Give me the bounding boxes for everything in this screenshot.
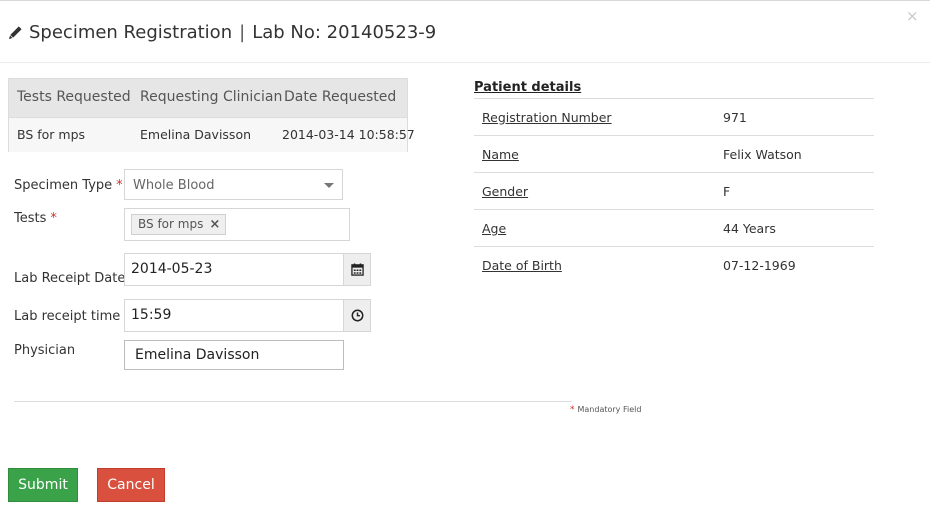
patient-details-rule	[474, 98, 874, 99]
lab-receipt-time-label-text: Lab receipt time	[14, 309, 121, 324]
registration-number-label[interactable]: Registration Number	[482, 110, 612, 125]
table-cell-clinician: Emelina Davisson	[140, 127, 252, 142]
table-cell-date: 2014-03-14 10:58:57	[282, 127, 415, 142]
column-header-requesting-clinician: Requesting Clinician	[140, 89, 283, 105]
calendar-icon	[350, 263, 364, 276]
required-mark: *	[116, 178, 123, 193]
cancel-button[interactable]: Cancel	[97, 468, 165, 502]
name-label[interactable]: Name	[482, 147, 519, 162]
physician-value: Emelina Davisson	[135, 347, 260, 363]
name-value: Felix Watson	[723, 147, 802, 162]
patient-details-rule	[474, 209, 874, 210]
dialog-title: Specimen Registration | Lab No: 20140523…	[8, 22, 436, 43]
test-tag-label: BS for mps	[138, 217, 204, 231]
tests-label-text: Tests	[14, 211, 47, 226]
lab-number: Lab No: 20140523-9	[252, 22, 437, 43]
close-icon[interactable]: ×	[906, 9, 919, 24]
lab-receipt-date-value: 2014-05-23	[131, 261, 213, 277]
table-header-row: Tests Requested Requesting Clinician Dat…	[9, 79, 407, 117]
registration-number-value: 971	[723, 110, 747, 125]
dialog-title-text: Specimen Registration	[29, 22, 233, 43]
specimen-type-select[interactable]: Whole Blood	[124, 169, 343, 200]
physician-input[interactable]: Emelina Davisson	[124, 340, 344, 370]
clock-button[interactable]	[343, 299, 371, 332]
lab-receipt-date-label: Lab Receipt Date*	[14, 271, 136, 286]
calendar-button[interactable]	[343, 253, 371, 286]
patient-details-title: Patient details	[474, 80, 582, 95]
tests-multiselect[interactable]: BS for mps ×	[124, 208, 350, 241]
caret-down-icon	[324, 183, 334, 188]
required-mark: *	[570, 405, 575, 415]
submit-button[interactable]: Submit	[8, 468, 78, 502]
patient-details-rule	[474, 172, 874, 173]
window-top-border	[0, 0, 930, 5]
lab-receipt-date-input[interactable]: 2014-05-23	[124, 253, 344, 286]
pencil-icon	[8, 26, 22, 40]
gender-value: F	[723, 184, 731, 199]
physician-label: Physician	[14, 343, 76, 358]
gender-label[interactable]: Gender	[482, 184, 528, 199]
column-header-tests-requested: Tests Requested	[17, 89, 131, 105]
header-divider	[0, 62, 930, 63]
test-tag: BS for mps ×	[131, 214, 227, 235]
requested-tests-table: Tests Requested Requesting Clinician Dat…	[8, 78, 415, 152]
date-of-birth-value: 07-12-1969	[723, 258, 796, 273]
lab-receipt-time-input[interactable]: 15:59	[124, 299, 344, 332]
age-label[interactable]: Age	[482, 221, 506, 236]
patient-details-rule	[474, 135, 874, 136]
tests-label: Tests *	[14, 211, 57, 226]
table-row: BS for mps Emelina Davisson 2014-03-14 1…	[9, 117, 415, 152]
clock-icon	[351, 309, 363, 322]
mandatory-note-text: Mandatory Field	[577, 405, 642, 414]
date-of-birth-label[interactable]: Date of Birth	[482, 258, 562, 273]
lab-receipt-time-value: 15:59	[131, 307, 172, 323]
title-separator: |	[239, 22, 246, 43]
lab-receipt-date-label-text: Lab Receipt Date	[14, 271, 126, 286]
form-divider	[14, 401, 572, 402]
specimen-type-label: Specimen Type *	[14, 178, 123, 193]
table-cell-test: BS for mps	[17, 127, 86, 142]
tag-remove-icon[interactable]: ×	[209, 215, 220, 234]
required-mark: *	[50, 211, 57, 226]
mandatory-note: * Mandatory Field	[570, 405, 641, 415]
lab-receipt-time-label: Lab receipt time*	[14, 309, 131, 324]
patient-details-rule	[474, 246, 874, 247]
specimen-type-value: Whole Blood	[133, 178, 215, 193]
specimen-type-label-text: Specimen Type	[14, 178, 113, 193]
age-value: 44 Years	[723, 221, 776, 236]
column-header-date-requested: Date Requested	[284, 89, 397, 105]
